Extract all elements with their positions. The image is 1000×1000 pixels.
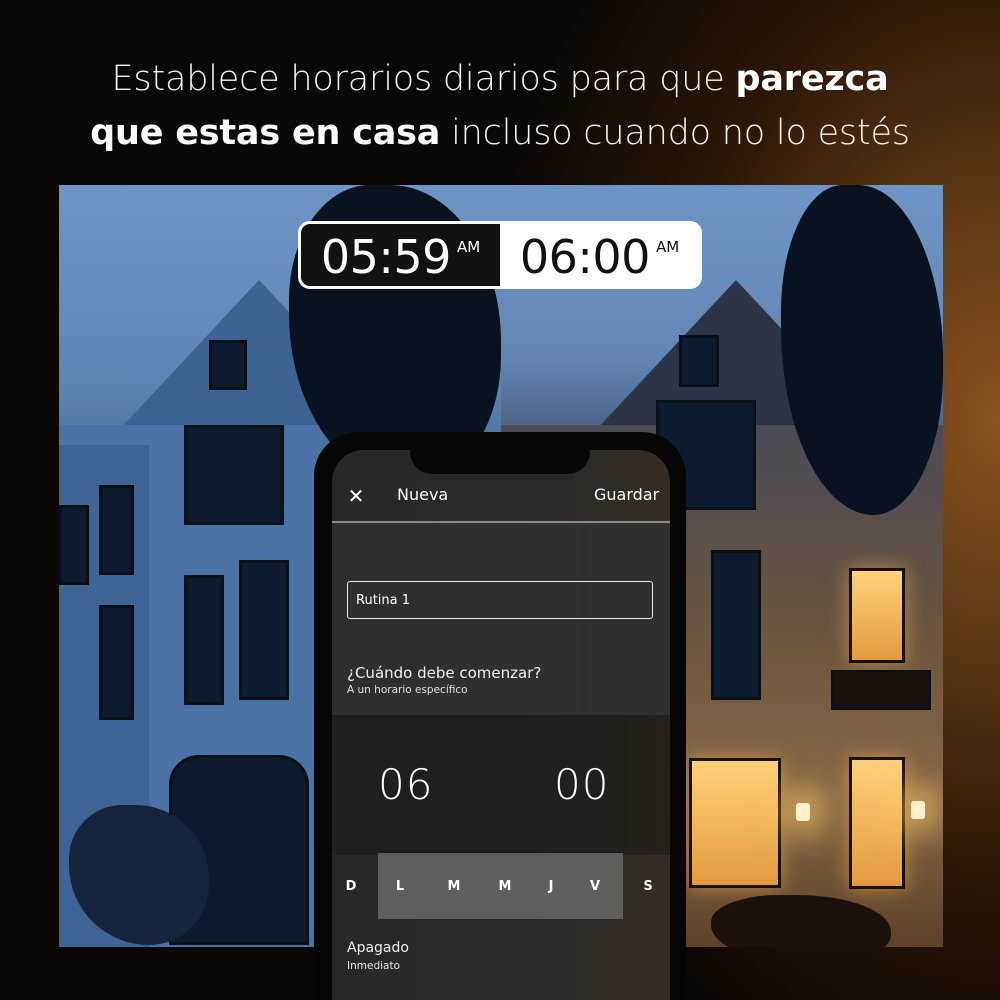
day-toggle-monday[interactable]: L: [387, 879, 413, 894]
headline: Establece horarios diarios para que pare…: [0, 52, 1000, 160]
day-toggle-wednesday[interactable]: M: [492, 879, 518, 894]
window-lit: [689, 758, 781, 888]
end-action-value: Inmediato: [347, 960, 400, 972]
day-toggle-saturday[interactable]: S: [635, 879, 661, 894]
hour-picker[interactable]: 06: [378, 760, 433, 809]
window: [679, 335, 719, 387]
headline-line-2: que estas en casa incluso cuando no lo e…: [90, 113, 910, 153]
day-toggle-sunday[interactable]: D: [338, 879, 364, 894]
routine-name-input[interactable]: [347, 581, 653, 619]
close-icon[interactable]: ✕: [346, 484, 366, 508]
time-comparison-badge: 05:59 AM 06:00 AM: [298, 221, 702, 289]
start-when-value: A un horario específico: [347, 684, 468, 696]
window: [239, 560, 289, 700]
window: [184, 425, 284, 525]
window: [59, 505, 89, 585]
save-button[interactable]: Guardar: [594, 485, 659, 504]
minute-picker[interactable]: 00: [554, 760, 609, 809]
end-action-label[interactable]: Apagado: [347, 940, 409, 956]
screen-title: Nueva: [397, 485, 449, 504]
balcony: [831, 670, 931, 710]
headline-line-1: Establece horarios diarios para que pare…: [111, 59, 889, 99]
day-toggle-thursday[interactable]: J: [538, 879, 564, 894]
window: [99, 485, 134, 575]
wall-lamp: [796, 803, 810, 821]
window-lit: [849, 757, 905, 889]
time-before: 05:59 AM: [301, 224, 500, 286]
phone-notch: [410, 432, 590, 474]
time-after: 06:00 AM: [500, 224, 699, 286]
window: [99, 605, 134, 720]
window-lit: [849, 568, 905, 663]
start-when-label[interactable]: ¿Cuándo debe comenzar?: [347, 664, 541, 682]
day-toggle-friday[interactable]: V: [582, 879, 608, 894]
day-toggle-tuesday[interactable]: M: [441, 879, 467, 894]
wall-lamp: [911, 801, 925, 819]
window: [184, 575, 224, 705]
window: [711, 550, 761, 700]
window: [209, 340, 247, 390]
